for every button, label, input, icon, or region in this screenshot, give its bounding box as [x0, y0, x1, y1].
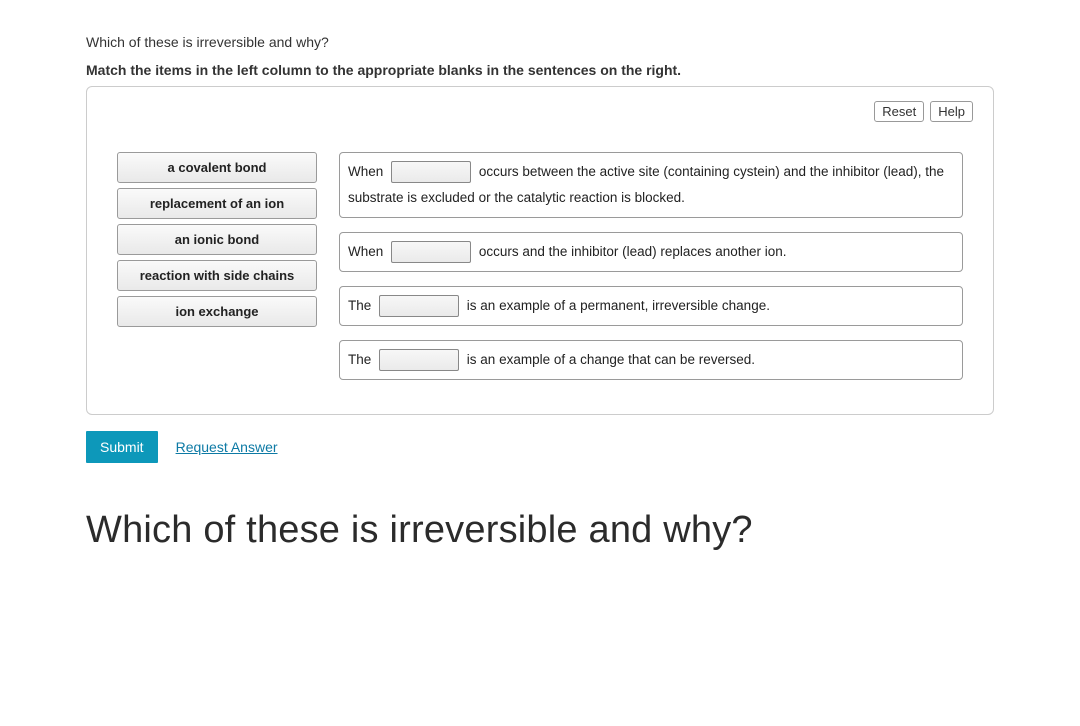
reset-button[interactable]: Reset	[874, 101, 924, 122]
drop-slot[interactable]	[379, 349, 459, 371]
request-answer-link[interactable]: Request Answer	[176, 439, 278, 455]
help-button[interactable]: Help	[930, 101, 973, 122]
instructions-text: Match the items in the left column to th…	[86, 62, 994, 78]
sentence-text: The	[348, 298, 371, 313]
work-panel: Reset Help a covalent bond replacement o…	[86, 86, 994, 415]
sentence-4: The is an example of a change that can b…	[339, 340, 963, 380]
drag-item[interactable]: replacement of an ion	[117, 188, 317, 219]
sentence-1: When occurs between the active site (con…	[339, 152, 963, 218]
sentence-text: The	[348, 352, 371, 367]
page-title: Which of these is irreversible and why?	[86, 509, 994, 552]
drop-slot[interactable]	[379, 295, 459, 317]
match-area: a covalent bond replacement of an ion an…	[107, 152, 973, 380]
question-text: Which of these is irreversible and why?	[86, 34, 994, 50]
sentence-text: is an example of a change that can be re…	[467, 352, 755, 367]
sentence-column: When occurs between the active site (con…	[339, 152, 963, 380]
panel-toolbar: Reset Help	[107, 101, 973, 122]
drop-slot[interactable]	[391, 241, 471, 263]
drag-item[interactable]: reaction with side chains	[117, 260, 317, 291]
action-row: Submit Request Answer	[86, 431, 994, 463]
sentence-3: The is an example of a permanent, irreve…	[339, 286, 963, 326]
sentence-2: When occurs and the inhibitor (lead) rep…	[339, 232, 963, 272]
sentence-text: is an example of a permanent, irreversib…	[467, 298, 770, 313]
drag-item-column: a covalent bond replacement of an ion an…	[117, 152, 317, 327]
drag-item[interactable]: ion exchange	[117, 296, 317, 327]
drop-slot[interactable]	[391, 161, 471, 183]
sentence-text: occurs and the inhibitor (lead) replaces…	[479, 244, 787, 259]
sentence-text: When	[348, 244, 383, 259]
drag-item[interactable]: a covalent bond	[117, 152, 317, 183]
drag-item[interactable]: an ionic bond	[117, 224, 317, 255]
sentence-text: When	[348, 164, 383, 179]
submit-button[interactable]: Submit	[86, 431, 158, 463]
